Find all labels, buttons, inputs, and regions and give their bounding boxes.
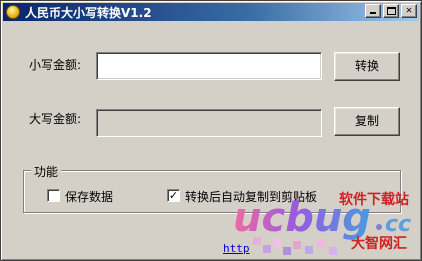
lower-amount-label: 小写金额: (29, 58, 82, 72)
save-data-label[interactable]: 保存数据 (65, 188, 113, 205)
close-icon: ✕ (405, 5, 413, 16)
app-window: 人民币大小写转换V1.2 ✕ 小写金额: 转换 大写金额: 复制 功能 保存数据… (0, 0, 422, 261)
minimize-icon (370, 12, 376, 14)
upper-amount-label: 大写金额: (29, 112, 82, 126)
watermark-text-top: 软件下载站 (339, 192, 409, 208)
features-group-title: 功能 (31, 163, 62, 180)
upper-amount-field[interactable] (96, 109, 322, 137)
app-coin-icon (6, 5, 20, 19)
watermark-text-bottom: 大智网汇 (351, 236, 407, 252)
maximize-button[interactable] (383, 4, 399, 18)
window-title: 人民币大小写转换V1.2 (25, 5, 152, 20)
title-bar[interactable]: 人民币大小写转换V1.2 ✕ (3, 3, 419, 21)
convert-button[interactable]: 转换 (334, 52, 400, 81)
window-controls: ✕ (363, 4, 417, 18)
copy-button[interactable]: 复制 (334, 107, 400, 136)
auto-copy-checkbox[interactable]: ✓ (167, 189, 180, 202)
close-button[interactable]: ✕ (401, 4, 417, 18)
upper-amount-input[interactable] (97, 110, 321, 136)
lower-amount-field[interactable] (96, 52, 322, 80)
minimize-button[interactable] (365, 4, 381, 18)
maximize-icon (387, 7, 396, 15)
save-data-checkbox[interactable] (47, 189, 60, 202)
lower-amount-input[interactable] (97, 53, 321, 79)
